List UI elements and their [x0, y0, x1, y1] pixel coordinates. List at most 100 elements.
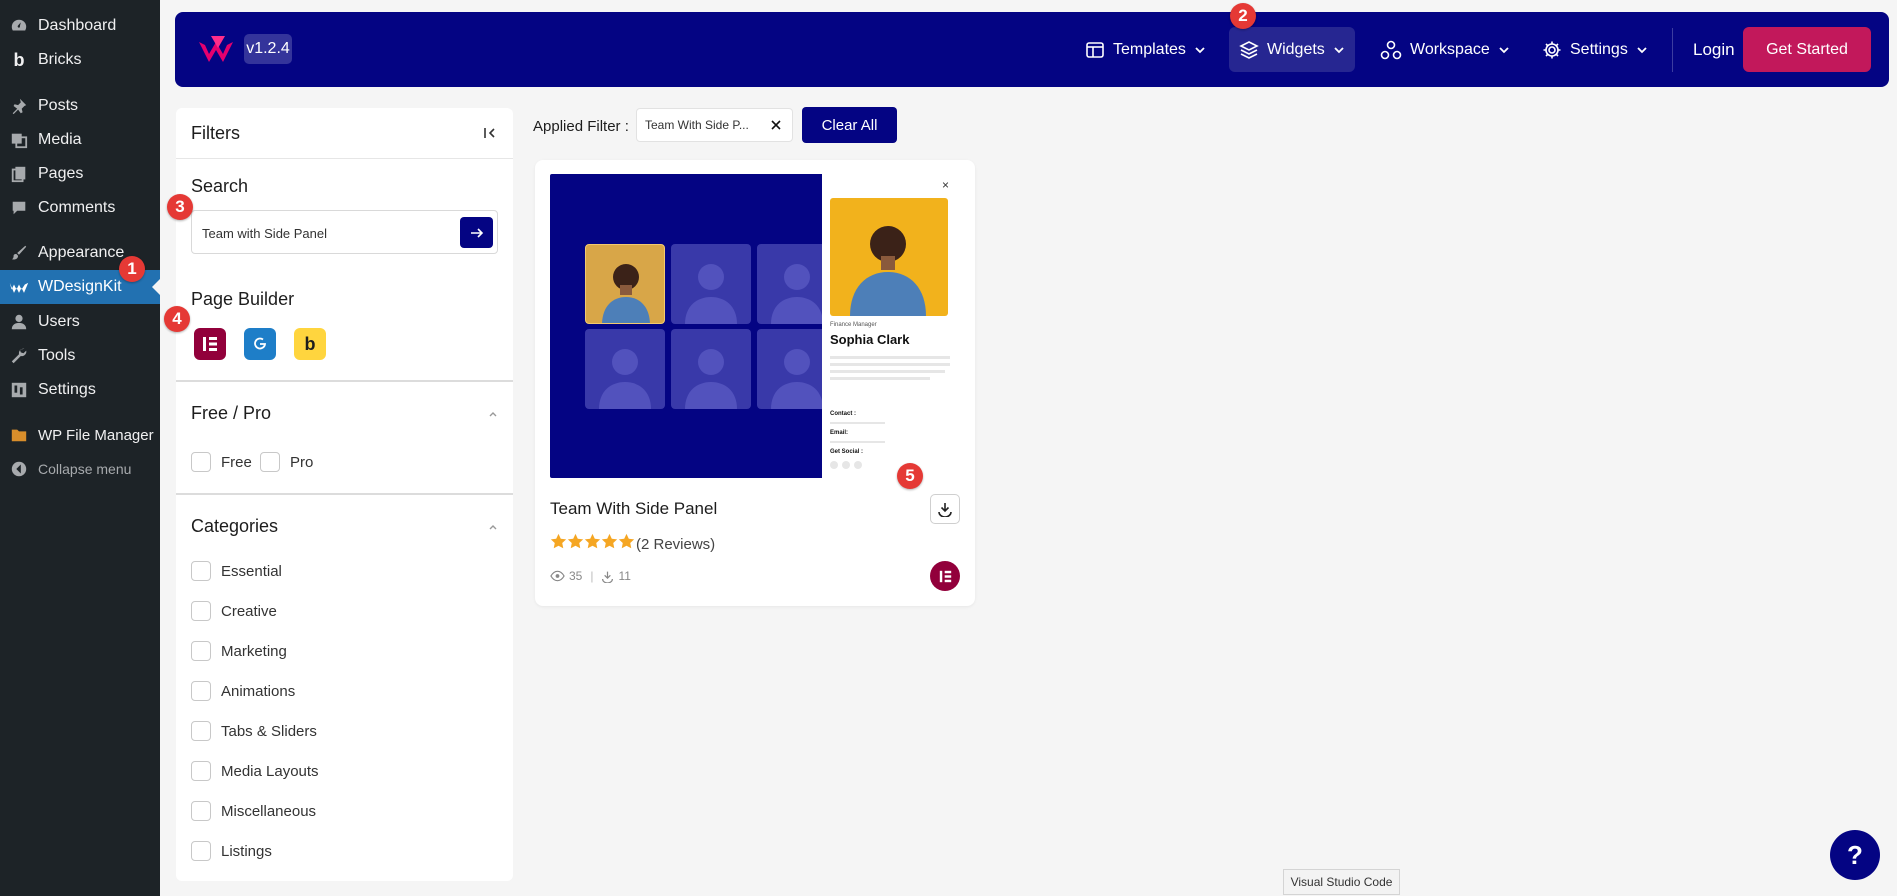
preview-photo-tile [585, 244, 665, 324]
applied-filter-chip: Team With Side P... [636, 108, 793, 142]
nav-widgets[interactable]: Widgets [1229, 27, 1355, 72]
category-marketing[interactable]: Marketing [191, 640, 287, 662]
preview-social-dot [854, 461, 862, 469]
nav-settings[interactable]: Settings [1532, 27, 1658, 72]
filters-title: Filters [191, 123, 240, 143]
wp-menu-bricks[interactable]: b Bricks [0, 43, 160, 77]
checkbox[interactable] [260, 452, 280, 472]
arrow-right-icon [470, 227, 483, 238]
builder-gutenberg-button[interactable] [244, 328, 276, 360]
chip-label: Team With Side P... [645, 118, 749, 132]
checkbox[interactable] [191, 841, 211, 861]
checkbox-label: Essential [221, 562, 282, 580]
checkbox[interactable] [191, 452, 211, 472]
search-submit-button[interactable] [460, 217, 493, 248]
category-miscellaneous[interactable]: Miscellaneous [191, 800, 316, 822]
widget-preview-image[interactable]: × Finance Manager Sophia Clark Contact :… [550, 174, 960, 478]
divider [176, 380, 513, 382]
clear-all-button[interactable]: Clear All [802, 107, 897, 143]
wrench-icon [9, 346, 29, 366]
wp-menu-label: WP File Manager [38, 426, 154, 444]
nav-templates[interactable]: Templates [1075, 27, 1216, 72]
checkbox[interactable] [191, 801, 211, 821]
wp-menu-media[interactable]: Media [0, 123, 160, 157]
divider [176, 158, 513, 159]
preview-close-icon: × [942, 178, 950, 192]
search-input[interactable] [202, 223, 442, 243]
reviews-count: (2 Reviews) [636, 535, 716, 553]
wp-menu-label: Media [38, 131, 82, 148]
preview-text-line [830, 356, 950, 359]
checkbox[interactable] [191, 641, 211, 661]
builder-bricks-button[interactable]: b [294, 328, 326, 360]
wp-menu-collapse[interactable]: Collapse menu [0, 452, 160, 486]
page-builder-title: Page Builder [191, 289, 295, 309]
star-icon [584, 533, 601, 555]
wp-menu-label: Tools [38, 347, 76, 364]
filters-panel: Filters Search Page Builder b Free / Pro… [176, 108, 513, 881]
step-marker-4: 4 [164, 306, 190, 332]
category-animations[interactable]: Animations [191, 680, 295, 702]
layers-icon [1239, 40, 1259, 59]
filter-pro[interactable]: Pro [260, 451, 313, 473]
card-builder-badge [930, 561, 960, 591]
download-icon [938, 503, 952, 517]
taskbar-tooltip: Visual Studio Code [1283, 869, 1400, 895]
applied-filter-label: Applied Filter : [533, 118, 629, 135]
checkbox[interactable] [191, 601, 211, 621]
wdesignkit-logo[interactable] [197, 34, 239, 64]
wp-menu-dashboard[interactable]: Dashboard [0, 9, 160, 43]
checkbox-label: Miscellaneous [221, 802, 317, 820]
person-image [602, 264, 650, 323]
nav-workspace[interactable]: Workspace [1370, 27, 1520, 72]
login-link[interactable]: Login [1693, 40, 1735, 60]
checkbox[interactable] [191, 561, 211, 581]
wp-menu-label: Pages [38, 165, 84, 182]
step-marker-1: 1 [119, 256, 145, 282]
preview-text-line [830, 363, 950, 366]
builder-elementor-button[interactable] [194, 328, 226, 360]
preview-text-line [830, 377, 930, 380]
download-button[interactable] [930, 494, 960, 524]
wp-menu-label: Posts [38, 97, 79, 114]
collapse-icon [9, 459, 29, 479]
help-button[interactable]: ? [1830, 830, 1880, 880]
wp-menu-settings[interactable]: Settings [0, 373, 160, 407]
wp-menu-wp-file-manager[interactable]: WP File Manager [0, 418, 160, 452]
checkbox[interactable] [191, 761, 211, 781]
folder-icon [9, 425, 29, 445]
templates-icon [1086, 41, 1104, 58]
settings-icon [9, 380, 29, 400]
chevron-up-icon[interactable] [488, 409, 498, 419]
collapse-panel-icon[interactable] [482, 125, 498, 141]
preview-placeholder-tile [585, 329, 665, 409]
category-creative[interactable]: Creative [191, 600, 277, 622]
search-title: Search [191, 176, 249, 196]
category-tabs-sliders[interactable]: Tabs & Sliders [191, 720, 317, 742]
download-icon [602, 571, 614, 583]
checkbox[interactable] [191, 681, 211, 701]
checkbox-label: Listings [221, 842, 272, 860]
category-listings[interactable]: Listings [191, 840, 272, 862]
widget-card[interactable]: × Finance Manager Sophia Clark Contact :… [535, 160, 975, 606]
checkbox-label: Tabs & Sliders [221, 722, 317, 740]
chevron-down-icon [1334, 46, 1344, 53]
chevron-up-icon[interactable] [488, 522, 498, 532]
get-started-button[interactable]: Get Started [1743, 27, 1871, 72]
wp-menu-tools[interactable]: Tools [0, 339, 160, 373]
wp-menu-posts[interactable]: Posts [0, 89, 160, 123]
wp-menu-comments[interactable]: Comments [0, 191, 160, 225]
wp-menu-users[interactable]: Users [0, 305, 160, 339]
filter-free[interactable]: Free [191, 451, 252, 473]
category-essential[interactable]: Essential [191, 560, 282, 582]
close-icon[interactable] [770, 119, 782, 131]
card-title[interactable]: Team With Side Panel [550, 499, 717, 519]
user-icon [9, 312, 29, 332]
wp-menu-pages[interactable]: Pages [0, 157, 160, 191]
card-stats: 35 | 11 [550, 569, 631, 583]
category-media-layouts[interactable]: Media Layouts [191, 760, 319, 782]
elementor-icon [939, 570, 951, 582]
nav-label: Widgets [1267, 40, 1325, 58]
preview-text-line [830, 441, 885, 443]
checkbox[interactable] [191, 721, 211, 741]
